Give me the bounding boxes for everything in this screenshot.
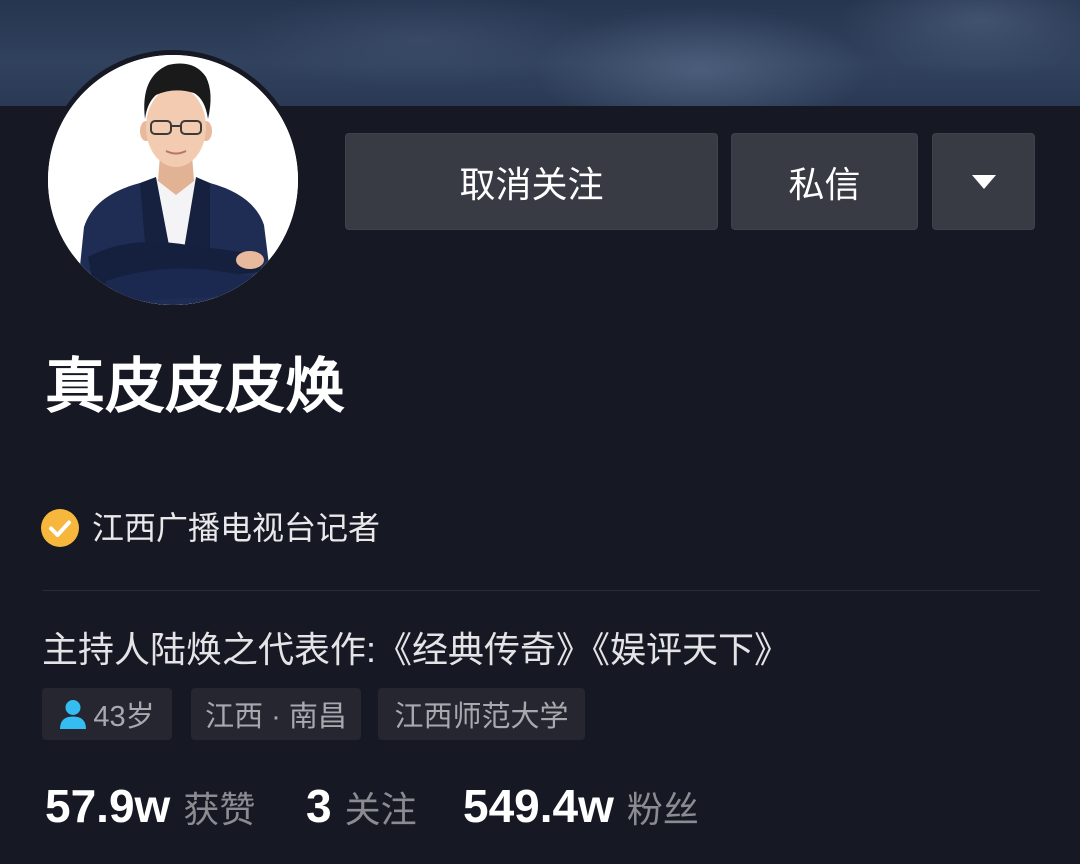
tag-school-label: 江西师范大学: [394, 701, 569, 733]
message-button-label: 私信: [788, 163, 861, 205]
stat-followers-value: 549.4w: [463, 780, 614, 832]
unfollow-button-label: 取消关注: [459, 163, 604, 205]
tag-age: 43岁: [42, 688, 172, 740]
stat-likes-value: 57.9w: [45, 780, 171, 832]
verified-check-icon: [41, 509, 79, 547]
stat-following-label: 关注: [344, 789, 417, 830]
stat-following-value: 3: [306, 780, 332, 832]
tag-location-label: 江西 · 南昌: [205, 701, 347, 733]
stat-likes-label: 获赞: [183, 789, 256, 830]
avatar[interactable]: [43, 50, 303, 310]
divider: [42, 590, 1040, 591]
verification-text: 江西广播电视台记者: [92, 510, 381, 546]
tag-age-label: 43岁: [93, 701, 155, 733]
unfollow-button[interactable]: 取消关注: [345, 133, 718, 230]
stat-followers[interactable]: 549.4w 粉丝: [463, 778, 699, 834]
person-icon: [60, 700, 87, 729]
profile-bio: 主持人陆焕之代表作:《经典传奇》《娱评天下》: [42, 629, 791, 670]
stat-following[interactable]: 3 关注: [306, 778, 417, 834]
more-options-button[interactable]: [932, 133, 1035, 230]
message-button[interactable]: 私信: [731, 133, 918, 230]
caret-down-icon: [971, 174, 996, 189]
stat-likes[interactable]: 57.9w 获赞: [45, 778, 255, 834]
tag-location: 江西 · 南昌: [191, 688, 361, 740]
stat-followers-label: 粉丝: [626, 789, 699, 830]
profile-name: 真皮皮皮焕: [45, 353, 345, 420]
avatar-photo: [48, 55, 298, 305]
verification-row: 江西广播电视台记者: [41, 509, 380, 547]
tag-school: 江西师范大学: [378, 688, 585, 740]
